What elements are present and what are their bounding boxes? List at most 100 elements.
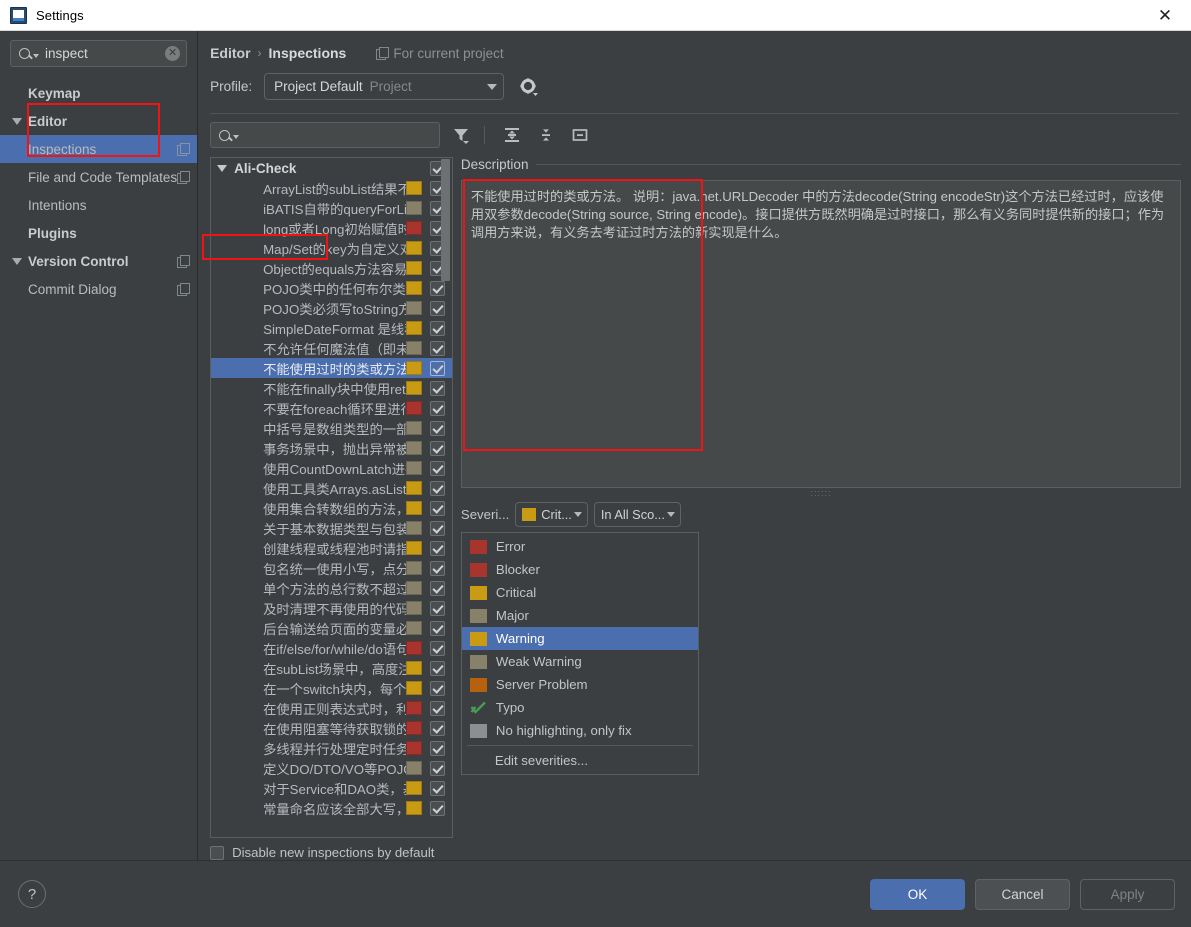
inspection-row[interactable]: 使用CountDownLatch进行异步转同步操作，每个线程退出前必须调用 [211,458,452,478]
inspection-severity-swatch[interactable] [406,541,422,555]
severity-menu-item[interactable]: Error [462,535,698,558]
severity-menu-item[interactable]: Weak Warning [462,650,698,673]
inspection-row[interactable]: 中括号是数组类型的一部分，数组定义如下：String[] args [211,418,452,438]
severity-menu-item[interactable]: Blocker [462,558,698,581]
inspection-row[interactable]: 在if/else/for/while/do语句中必须使用大括号，即使只有一行代码… [211,638,452,658]
inspection-severity-swatch[interactable] [406,721,422,735]
inspection-severity-swatch[interactable] [406,321,422,335]
severity-menu-item[interactable]: Critical [462,581,698,604]
inspection-severity-swatch[interactable] [406,641,422,655]
list-scrollbar-thumb[interactable] [441,159,450,281]
minus-box-icon[interactable] [567,122,593,148]
inspection-severity-swatch[interactable] [406,261,422,275]
inspection-row[interactable]: Map/Set的key为自定义对象时，必须重写hashCode和equals。 [211,238,452,258]
profile-dropdown[interactable]: Project Default Project [264,73,504,100]
inspection-row[interactable]: 使用集合转数组的方法，必须使用集合的toArray(T[] array)，传入的… [211,498,452,518]
inspection-severity-swatch[interactable] [406,241,422,255]
inspection-row[interactable]: 后台输送给页面的变量必须加感叹号，${var}——中间加感叹号！。 [211,618,452,638]
cancel-button[interactable]: Cancel [975,879,1070,910]
inspection-severity-swatch[interactable] [406,221,422,235]
severity-menu-item[interactable]: No highlighting, only fix [462,719,698,742]
inspection-severity-swatch[interactable] [406,561,422,575]
collapse-all-icon[interactable] [533,122,559,148]
disable-new-inspections-checkbox[interactable]: Disable new inspections by default [210,845,1191,860]
inspection-severity-swatch[interactable] [406,361,422,375]
ok-button[interactable]: OK [870,879,965,910]
apply-button[interactable]: Apply [1080,879,1175,910]
inspection-severity-swatch[interactable] [406,481,422,495]
inspection-severity-swatch[interactable] [406,421,422,435]
clear-icon[interactable]: ✕ [165,46,180,61]
inspection-row[interactable]: 事务场景中，抛出异常被catch后，如果需要回滚，一定要手动回滚事务 [211,438,452,458]
severity-menu-item[interactable]: Server Problem [462,673,698,696]
inspection-row[interactable]: 单个方法的总行数不超过80行。 [211,578,452,598]
inspection-row[interactable]: 常量命名应该全部大写，单词间用下划线隔开，力求语义表达完整清楚， [211,798,452,818]
search-dropdown-icon[interactable] [233,135,239,139]
inspection-severity-swatch[interactable] [406,661,422,675]
inspection-row[interactable]: 定义DO/DTO/VO等POJO类时，不要加任何属性默认值。 [211,758,452,778]
inspection-severity-swatch[interactable] [406,701,422,715]
inspection-row[interactable]: 对于Service和DAO类，基于SOA的理念，暴露出来的服务一定是接口， [211,778,452,798]
scope-dropdown[interactable]: In All Sco... [594,502,681,527]
severity-menu-item[interactable]: Typo [462,696,698,719]
resize-grip-icon[interactable]: :::::: [461,488,1181,498]
search-input[interactable]: inspect ✕ [10,40,187,67]
inspection-severity-swatch[interactable] [406,781,422,795]
severity-menu-item[interactable]: Warning [462,627,698,650]
inspection-row[interactable]: 及时清理不再使用的代码段或配置信息。 [211,598,452,618]
inspection-severity-swatch[interactable] [406,581,422,595]
sidebar-item-editor[interactable]: Editor [0,107,197,135]
inspection-row[interactable]: 不允许任何魔法值（即未经定义的常量）直接出现在代码中。 [211,338,452,358]
sidebar-item-file-and-code-templates[interactable]: File and Code Templates [0,163,197,191]
inspection-severity-swatch[interactable] [406,281,422,295]
gear-icon[interactable] [520,78,538,96]
sidebar-item-inspections[interactable]: Inspections [0,135,197,163]
inspection-severity-swatch[interactable] [406,301,422,315]
inspection-row[interactable]: 创建线程或线程池时请指定有意义的线程名称，方便出错时回溯。创建线 [211,538,452,558]
inspection-severity-swatch[interactable] [406,601,422,615]
inspection-severity-swatch[interactable] [406,621,422,635]
chevron-down-icon[interactable] [12,258,22,265]
inspection-search-input[interactable] [210,122,440,148]
sidebar-item-commit-dialog[interactable]: Commit Dialog [0,275,197,303]
inspection-row[interactable]: 关于基本数据类型与包装数据类型的使用标准如下： 1） 所有的POJO [211,518,452,538]
inspection-row[interactable]: 不能使用过时的类或方法。 [211,358,452,378]
inspection-row[interactable]: 在subList场景中，高度注意对原列表的修改，会导致子列表的遍历、增 [211,658,452,678]
inspection-row[interactable]: Object的equals方法容易抛空指针异常，应使用常量或确定有值的对象 [211,258,452,278]
sidebar-item-keymap[interactable]: Keymap [0,79,197,107]
inspection-severity-swatch[interactable] [406,501,422,515]
inspection-severity-swatch[interactable] [406,401,422,415]
help-button[interactable]: ? [18,880,46,908]
inspection-severity-swatch[interactable] [406,441,422,455]
chevron-down-icon[interactable] [12,118,22,125]
inspection-row[interactable]: iBATIS自带的queryForList(String statementNa… [211,198,452,218]
inspection-severity-swatch[interactable] [406,761,422,775]
inspection-list[interactable]: Ali-Check ArrayList的subList结果不可强转成ArrayL… [210,157,453,838]
inspection-severity-swatch[interactable] [406,201,422,215]
breadcrumb-editor[interactable]: Editor [210,45,250,61]
sidebar-item-plugins[interactable]: Plugins [0,219,197,247]
inspection-severity-swatch[interactable] [406,461,422,475]
inspection-row[interactable]: 不能在finally块中使用return，finally块中的return返回后… [211,378,452,398]
sidebar-item-version-control[interactable]: Version Control [0,247,197,275]
inspection-row[interactable]: SimpleDateFormat 是线程不安全的类，一般不要定义为static变… [211,318,452,338]
inspection-severity-swatch[interactable] [406,521,422,535]
edit-severities-menu-item[interactable]: Edit severities... [462,749,698,772]
close-icon[interactable]: ✕ [1145,0,1185,30]
inspection-row[interactable]: 多线程并行处理定时任务时，Timer运行多个TimeTask时，只要其中之 [211,738,452,758]
inspection-row[interactable]: POJO类中的任何布尔类型的变量，都不要加is，否则部分框架解析会引 [211,278,452,298]
inspection-row[interactable]: POJO类必须写toString方法。使用工具类source> generate… [211,298,452,318]
inspection-severity-swatch[interactable] [406,681,422,695]
inspection-severity-swatch[interactable] [406,801,422,815]
sidebar-item-intentions[interactable]: Intentions [0,191,197,219]
inspection-row[interactable]: 在使用阻塞等待获取锁的方式中，必须在try代码块之外，并且在加锁方 [211,718,452,738]
inspection-severity-swatch[interactable] [406,741,422,755]
inspection-row[interactable]: 在使用正则表达式时，利用好其预编译功能，可以有效加快正则匹配速度 [211,698,452,718]
inspection-group-ali-check[interactable]: Ali-Check [211,158,452,178]
search-dropdown-icon[interactable] [33,54,39,58]
inspection-row[interactable]: 包名统一使用小写，点分隔符之间有且仅有一个自然语义的英语单词。包 [211,558,452,578]
filter-funnel-icon[interactable] [448,122,474,148]
chevron-down-icon[interactable] [217,165,227,172]
inspection-severity-swatch[interactable] [406,341,422,355]
list-scrollbar[interactable] [440,159,451,836]
